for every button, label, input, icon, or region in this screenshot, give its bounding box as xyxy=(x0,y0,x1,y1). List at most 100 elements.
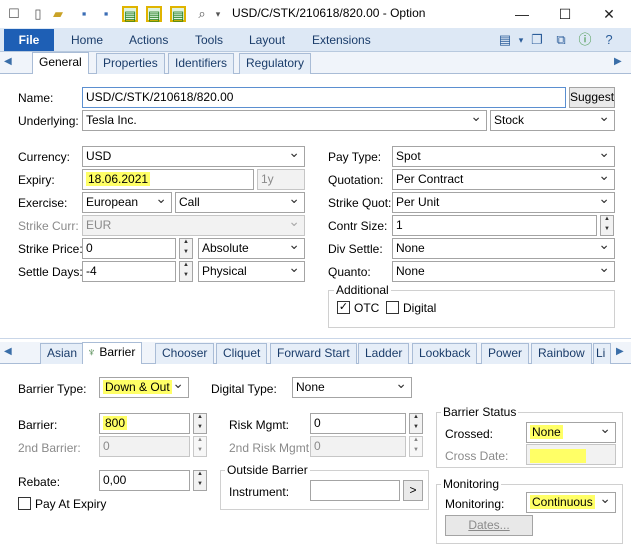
file-menu-button[interactable]: File xyxy=(4,29,54,51)
cross-date-highlight xyxy=(530,449,586,463)
quotation-label: Quotation: xyxy=(328,173,384,187)
layout-icon-3[interactable]: ▤ xyxy=(170,6,186,23)
tab-truncated[interactable]: Li xyxy=(593,343,611,364)
help-icon[interactable]: ? xyxy=(600,31,618,49)
second-barrier-label: 2nd Barrier: xyxy=(18,441,81,455)
option-tabs-scroll-left-icon[interactable]: ◀ xyxy=(4,346,12,357)
search-icon[interactable]: ⌕ xyxy=(194,6,210,22)
rebate-spinner[interactable] xyxy=(193,470,207,491)
risk-mgmt-spinner[interactable] xyxy=(409,413,423,434)
strike-price-spinner[interactable] xyxy=(179,238,193,259)
tab-general[interactable]: General xyxy=(32,52,89,74)
digital-type-select[interactable]: None xyxy=(292,377,412,398)
ribbon-tab-layout[interactable]: Layout xyxy=(249,33,285,47)
barrier-type-select[interactable]: Down & Out xyxy=(99,377,189,398)
otc-checkbox[interactable]: ✓ xyxy=(337,301,350,314)
ribbon-tab-home[interactable]: Home xyxy=(71,33,103,47)
quanto-label: Quanto: xyxy=(328,265,371,279)
tab-barrier[interactable]: ♆ Barrier xyxy=(82,342,143,364)
tab-properties[interactable]: Properties xyxy=(96,53,165,74)
tab-ladder[interactable]: Ladder xyxy=(358,343,410,364)
tab-identifiers[interactable]: Identifiers xyxy=(168,53,235,74)
tab-chooser[interactable]: Chooser xyxy=(155,343,215,364)
monitoring-label: Monitoring: xyxy=(445,497,505,511)
settle-days-label: Settle Days: xyxy=(18,265,83,279)
risk-mgmt-input[interactable]: 0 xyxy=(310,413,406,434)
quanto-select[interactable]: None xyxy=(392,261,615,282)
rebate-input[interactable]: 0,00 xyxy=(99,470,190,491)
underlying-select[interactable]: Tesla Inc. xyxy=(82,110,487,131)
window-tile-icon[interactable]: ⧉ xyxy=(552,31,570,49)
contr-size-spinner[interactable] xyxy=(600,215,614,236)
strike-quot-label: Strike Quot: xyxy=(328,196,392,210)
instrument-input[interactable] xyxy=(310,480,400,501)
name-input[interactable]: USD/C/STK/210618/820.00 xyxy=(82,87,566,108)
strike-curr-label: Strike Curr: xyxy=(18,219,79,233)
tab-forward-start[interactable]: Forward Start xyxy=(270,343,357,364)
strike-price-mode-select[interactable]: Absolute xyxy=(198,238,305,259)
tab-asian[interactable]: Asian xyxy=(40,343,85,364)
ribbon-bar: File Home Actions Tools Layout Extension… xyxy=(0,28,631,52)
dates-button-label: Dates... xyxy=(468,518,510,532)
digital-type-label: Digital Type: xyxy=(211,382,277,396)
underlying-type-select[interactable]: Stock xyxy=(490,110,615,131)
second-barrier-spinner xyxy=(193,436,207,457)
save-icon[interactable]: ▪ xyxy=(76,6,92,22)
tab-rainbow[interactable]: Rainbow xyxy=(531,343,592,364)
close-button[interactable]: ✕ xyxy=(594,3,624,25)
div-settle-label: Div Settle: xyxy=(328,242,383,256)
rebate-label: Rebate: xyxy=(18,475,61,489)
info-icon[interactable]: ⓘ xyxy=(576,31,594,49)
layout-icon-1[interactable]: ▤ xyxy=(122,6,138,23)
monitoring-select[interactable]: Continuous xyxy=(526,492,616,513)
layout-icon-2[interactable]: ▤ xyxy=(146,6,162,23)
quotation-select[interactable]: Per Contract xyxy=(392,169,615,190)
window-cascade-icon[interactable]: ❐ xyxy=(528,31,546,49)
option-tabs-scroll-right-icon[interactable]: ▶ xyxy=(616,346,624,357)
exercise-style-select[interactable]: European xyxy=(82,192,172,213)
barrier-spinner[interactable] xyxy=(193,413,207,434)
tab-power[interactable]: Power xyxy=(481,343,530,364)
top-tab-strip: ◀ General Properties Identifiers Regulat… xyxy=(0,52,631,74)
settle-days-input[interactable]: -4 xyxy=(82,261,176,282)
settle-days-spinner[interactable] xyxy=(179,261,193,282)
crossed-select[interactable]: None xyxy=(526,422,616,443)
pay-at-expiry-checkbox[interactable] xyxy=(18,497,31,510)
barrier-input[interactable]: 800 xyxy=(99,413,190,434)
strike-quot-select[interactable]: Per Unit xyxy=(392,192,615,213)
quick-access-dropdown-icon[interactable]: ▾ xyxy=(210,6,226,22)
minimize-button[interactable]: — xyxy=(507,3,537,25)
monitoring-title: Monitoring xyxy=(441,477,502,491)
pay-type-label: Pay Type: xyxy=(328,150,382,164)
suggest-button[interactable]: Suggest xyxy=(569,87,615,108)
window-title: USD/C/STK/210618/820.00 - Option xyxy=(232,6,426,20)
ribbon-tab-tools[interactable]: Tools xyxy=(195,33,223,47)
expiry-input[interactable]: 18.06.2021 xyxy=(82,169,254,190)
barrier-type-label: Barrier Type: xyxy=(18,382,87,396)
name-label: Name: xyxy=(18,91,54,105)
digital-label: Digital xyxy=(403,301,437,315)
ribbon-tab-extensions[interactable]: Extensions xyxy=(312,33,371,47)
tab-lookback[interactable]: Lookback xyxy=(412,343,478,364)
tab-cliquet[interactable]: Cliquet xyxy=(216,343,268,364)
instrument-browse-button[interactable]: > xyxy=(403,480,423,501)
ribbon-tab-actions[interactable]: Actions xyxy=(129,33,168,47)
strike-price-input[interactable]: 0 xyxy=(82,238,176,259)
div-settle-select[interactable]: None xyxy=(392,238,615,259)
tabs-scroll-right-icon[interactable]: ▶ xyxy=(614,56,622,67)
tab-regulatory[interactable]: Regulatory xyxy=(239,53,312,74)
save-all-icon[interactable]: ▪ xyxy=(98,6,114,22)
new-document-icon[interactable]: ▯ xyxy=(30,6,46,22)
barrier-label: Barrier: xyxy=(18,418,58,432)
pay-type-select[interactable]: Spot xyxy=(392,146,615,167)
open-folder-icon[interactable]: ▰ xyxy=(50,6,66,22)
tabs-scroll-left-icon[interactable]: ◀ xyxy=(4,56,12,67)
settle-type-select[interactable]: Physical xyxy=(198,261,305,282)
cross-date-label: Cross Date: xyxy=(445,449,509,463)
second-barrier-input: 0 xyxy=(99,436,190,457)
exercise-type-select[interactable]: Call xyxy=(175,192,305,213)
maximize-button[interactable]: ☐ xyxy=(550,3,580,25)
contr-size-input[interactable]: 1 xyxy=(392,215,597,236)
currency-select[interactable]: USD xyxy=(82,146,305,167)
digital-checkbox[interactable] xyxy=(386,301,399,314)
